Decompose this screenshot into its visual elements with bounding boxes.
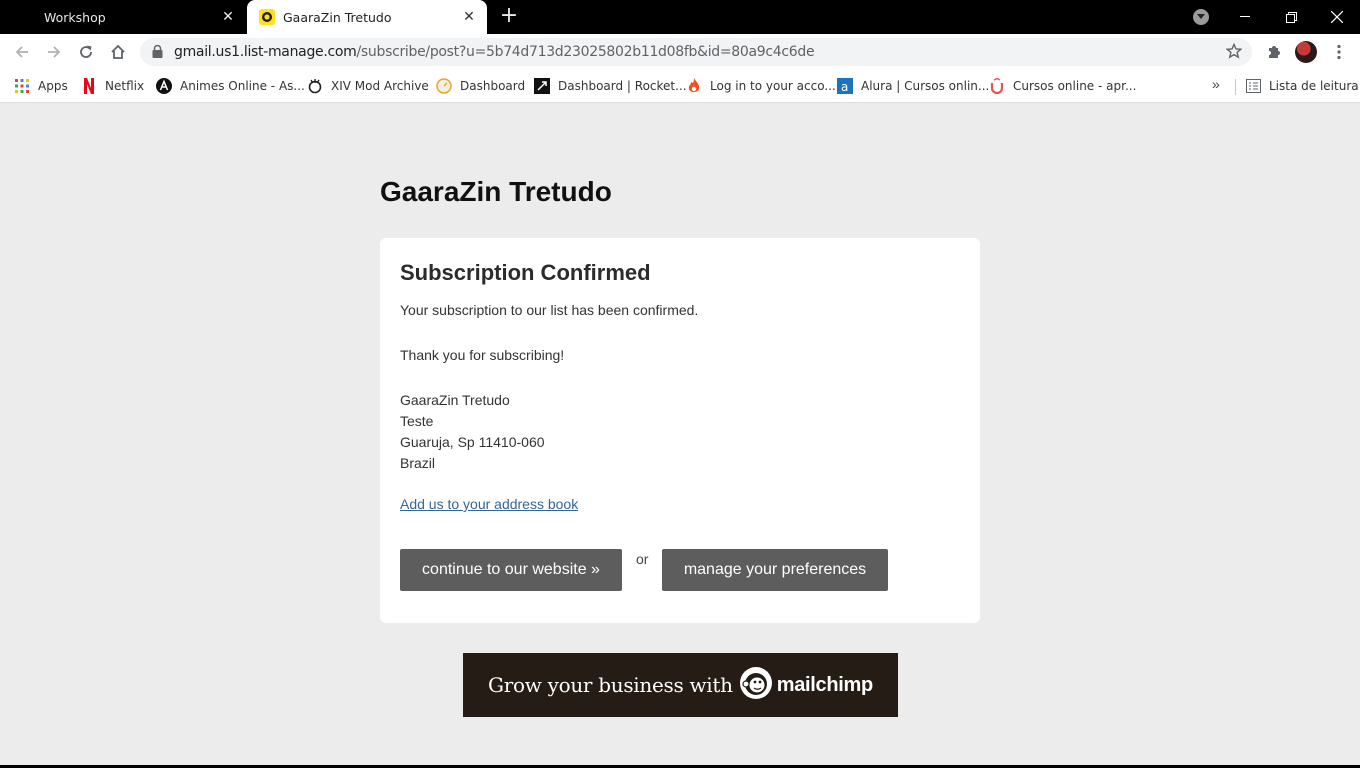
bookmarks-bar: Apps Netflix Animes Online - As... XIV M…	[0, 70, 1360, 103]
banner-text: Grow your business with	[488, 673, 733, 697]
bookmark-label: Log in to your acco...	[710, 79, 836, 93]
restore-window-icon[interactable]	[1268, 0, 1314, 34]
tab-close-icon[interactable]: ✕	[461, 9, 477, 25]
profile-avatar[interactable]	[1295, 41, 1317, 63]
home-icon[interactable]	[106, 40, 130, 64]
alura-icon: a	[837, 78, 853, 94]
tab-title: GaaraZin Tretudo	[283, 9, 392, 25]
url-host: gmail.us1.list-manage.com	[174, 44, 357, 60]
tab-title: Workshop	[44, 9, 106, 25]
minimize-window-icon[interactable]	[1222, 0, 1268, 34]
address-line-country: Brazil	[400, 455, 436, 471]
bookmark-alura[interactable]: a Alura | Cursos onlin...	[837, 76, 989, 96]
bookmarks-divider	[1235, 79, 1236, 95]
chrome-menu-kebab-icon[interactable]	[1327, 40, 1351, 64]
reading-list-button[interactable]: Lista de leitura	[1245, 76, 1359, 96]
thanks-text: Thank you for subscribing!	[400, 347, 565, 363]
bookmark-star-icon[interactable]	[1225, 42, 1243, 64]
forward-arrow-icon[interactable]	[42, 40, 66, 64]
bookmark-label: Dashboard | Rocket...	[558, 79, 687, 93]
bookmark-label: Cursos online - apr...	[1013, 79, 1137, 93]
lock-icon[interactable]	[152, 44, 163, 63]
udemy-icon	[989, 78, 1005, 94]
bookmark-apps[interactable]: Apps	[14, 76, 68, 96]
bookmark-xiv-mod-archive[interactable]: XIV Mod Archive	[307, 76, 429, 96]
banner-brand: mailchimp	[776, 673, 874, 696]
add-to-address-book-link[interactable]: Add us to your address book	[400, 496, 578, 512]
back-arrow-icon[interactable]	[10, 40, 34, 64]
bookmark-dashboard[interactable]: Dashboard	[436, 76, 525, 96]
animes-online-icon	[156, 78, 172, 94]
manage-preferences-button[interactable]: manage your preferences	[662, 549, 888, 591]
card-title: Subscription Confirmed	[400, 260, 651, 285]
bookmark-label: Animes Online - As...	[180, 79, 305, 93]
url-path: /subscribe/post?u=5b74d713d23025802b11d0…	[356, 44, 815, 60]
reload-icon[interactable]	[74, 40, 98, 64]
bookmark-animes-online[interactable]: Animes Online - As...	[156, 76, 305, 96]
rocketseat-icon	[534, 78, 550, 94]
address-bar[interactable]: gmail.us1.list-manage.com/subscribe/post…	[140, 38, 1252, 66]
mailchimp-banner[interactable]: Grow your business with mailchimp	[463, 653, 898, 717]
extensions-puzzle-icon[interactable]	[1262, 40, 1286, 64]
tab-search-dropdown-icon[interactable]	[1193, 9, 1209, 25]
tab-workshop[interactable]: Workshop ✕	[0, 0, 246, 34]
bookmark-label: Apps	[38, 79, 68, 93]
page-title: GaaraZin Tretudo	[380, 176, 612, 207]
bookmark-label: Dashboard	[460, 79, 526, 93]
browser-toolbar: gmail.us1.list-manage.com/subscribe/post…	[0, 34, 1360, 70]
bookmark-log-in[interactable]: Log in to your acco...	[686, 76, 836, 96]
tab-gaarazin-tretudo[interactable]: GaaraZin Tretudo ✕	[247, 0, 487, 34]
mailchimp-favicon-icon	[259, 9, 275, 25]
mailchimp-freddie-logo-icon	[739, 666, 773, 705]
bookmark-cursos-online[interactable]: Cursos online - apr...	[989, 76, 1136, 96]
continue-to-website-button[interactable]: continue to our website »	[400, 549, 622, 591]
tab-strip: Workshop ✕ GaaraZin Tretudo ✕ +	[0, 0, 1360, 34]
reading-list-label: Lista de leitura	[1269, 79, 1359, 93]
tab-close-icon[interactable]: ✕	[220, 9, 236, 25]
dashboard-icon	[436, 78, 452, 94]
bookmark-dashboard-rocketseat[interactable]: Dashboard | Rocket...	[534, 76, 687, 96]
page-content: GaaraZin Tretudo Subscription Confirmed …	[0, 103, 1360, 765]
bookmark-label: Alura | Cursos onlin...	[861, 79, 990, 93]
apps-grid-icon	[14, 78, 30, 94]
flame-icon	[686, 78, 702, 94]
new-tab-plus-icon[interactable]: +	[498, 5, 520, 28]
confirmation-card: Subscription Confirmed Your subscription…	[380, 238, 980, 623]
confirmation-text: Your subscription to our list has been c…	[400, 302, 699, 318]
or-separator: or	[636, 551, 649, 567]
svg-text:a: a	[841, 80, 848, 94]
url-text: gmail.us1.list-manage.com/subscribe/post…	[174, 44, 815, 60]
bookmark-netflix[interactable]: Netflix	[81, 76, 144, 96]
close-window-icon[interactable]	[1314, 0, 1360, 34]
xiv-mod-archive-icon	[307, 78, 323, 94]
bookmarks-overflow-chevron-icon[interactable]: »	[1212, 76, 1220, 92]
netflix-icon	[81, 78, 97, 94]
address-line-street: Teste	[400, 413, 434, 429]
bookmark-label: Netflix	[105, 79, 145, 93]
bookmark-label: XIV Mod Archive	[331, 79, 429, 93]
reading-list-icon	[1245, 78, 1261, 94]
address-line-city: Guaruja, Sp 11410-060	[400, 434, 545, 450]
address-line-name: GaaraZin Tretudo	[400, 392, 510, 408]
